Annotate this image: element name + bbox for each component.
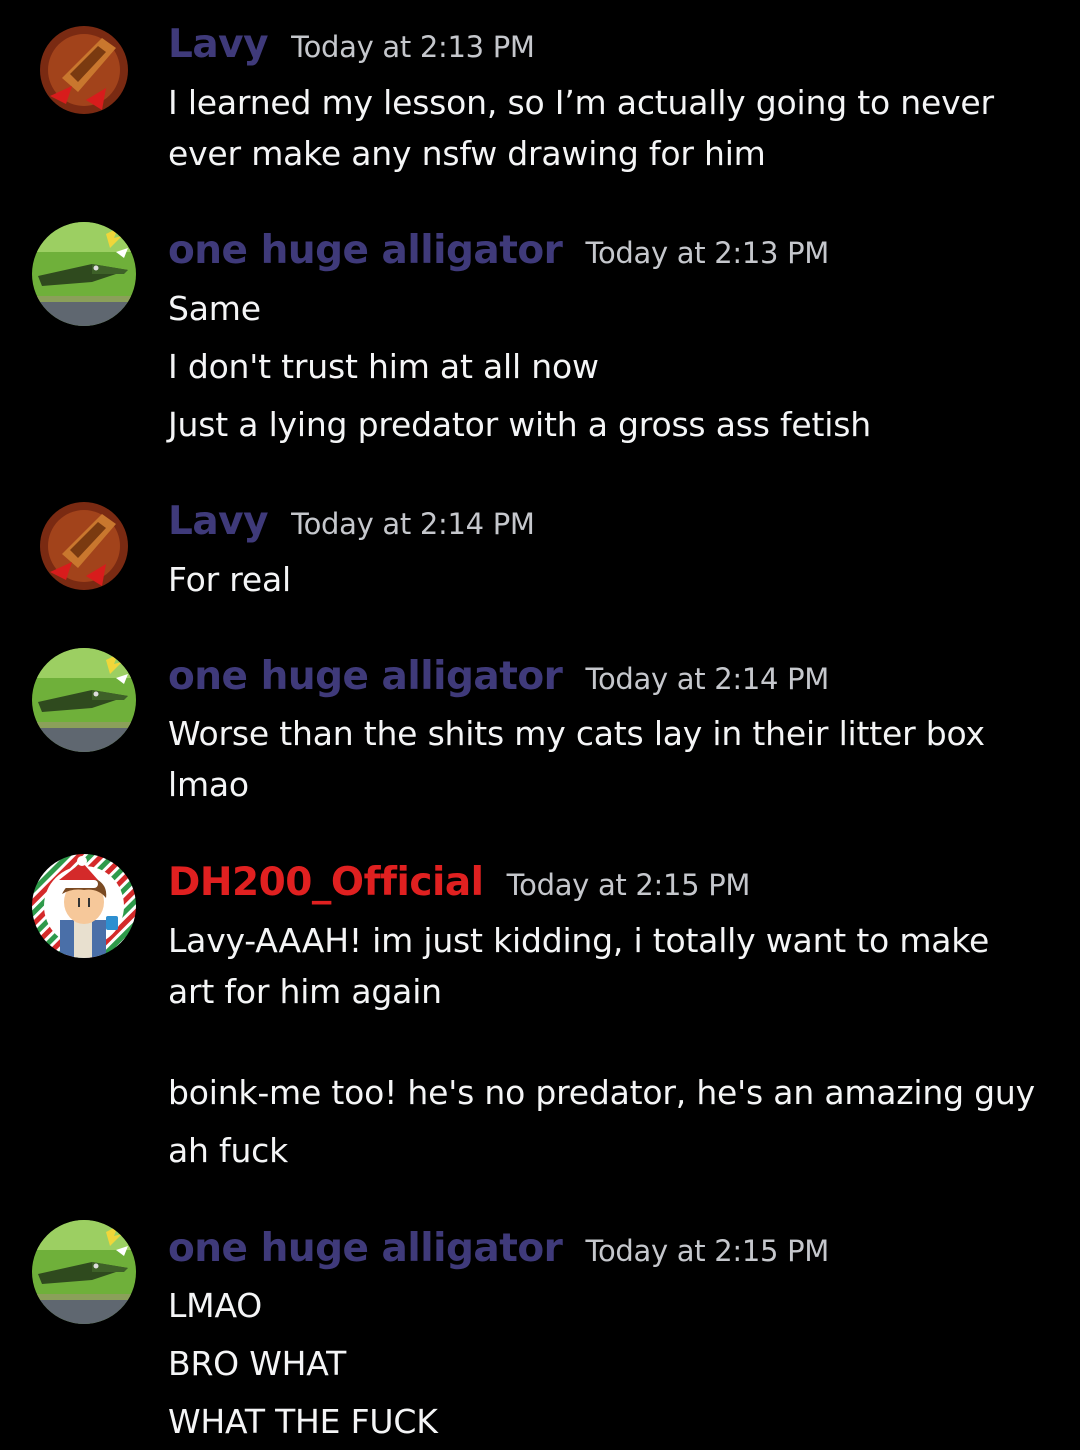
message-text: Worse than the shits my cats lay in thei…: [168, 714, 985, 753]
message-text: I learned my lesson, so I’m actually goi…: [168, 83, 994, 122]
message-text: art for him again: [168, 972, 442, 1011]
message-text: LMAO: [168, 1286, 263, 1325]
message-header: one huge alligator Today at 2:13 PM: [168, 228, 829, 278]
message-header: Lavy Today at 2:13 PM: [168, 22, 535, 72]
timestamp: Today at 2:14 PM: [585, 662, 829, 696]
timestamp: Today at 2:14 PM: [291, 507, 535, 541]
username[interactable]: one huge alligator: [168, 1226, 563, 1271]
message-header: one huge alligator Today at 2:14 PM: [168, 654, 829, 704]
timestamp: Today at 2:13 PM: [585, 236, 829, 270]
alligator-avatar-icon[interactable]: [32, 222, 136, 326]
message-text: Just a lying predator with a gross ass f…: [168, 405, 871, 444]
timestamp: Today at 2:13 PM: [291, 30, 535, 64]
message-text: Same: [168, 289, 261, 328]
message-header: one huge alligator Today at 2:15 PM: [168, 1226, 829, 1276]
message-text: ever make any nsfw drawing for him: [168, 134, 766, 173]
lavy-avatar-icon[interactable]: [32, 18, 136, 122]
username[interactable]: Lavy: [168, 499, 269, 544]
timestamp: Today at 2:15 PM: [585, 1234, 829, 1268]
timestamp: Today at 2:15 PM: [506, 868, 751, 902]
message-text: Lavy-AAAH! im just kidding, i totally wa…: [168, 921, 990, 960]
message-text: I don't trust him at all now: [168, 347, 599, 386]
message-header: Lavy Today at 2:14 PM: [168, 499, 535, 549]
message-text: ah fuck: [168, 1131, 289, 1170]
message-text: WHAT THE FUCK: [168, 1402, 438, 1441]
alligator-avatar-icon[interactable]: [32, 1220, 136, 1324]
message-text: boink-me too! he's no predator, he's an …: [168, 1073, 1035, 1112]
lavy-avatar-icon[interactable]: [32, 494, 136, 598]
alligator-avatar-icon[interactable]: [32, 648, 136, 752]
username[interactable]: one huge alligator: [168, 654, 563, 699]
dh200-avatar-icon[interactable]: [32, 854, 136, 958]
message-text: For real: [168, 560, 291, 599]
username[interactable]: DH200_Official: [168, 860, 484, 905]
message-text: BRO WHAT: [168, 1344, 347, 1383]
message-text: lmao: [168, 765, 249, 804]
message-header: DH200_Official Today at 2:15 PM: [168, 860, 750, 910]
username[interactable]: one huge alligator: [168, 228, 563, 273]
username[interactable]: Lavy: [168, 22, 269, 67]
